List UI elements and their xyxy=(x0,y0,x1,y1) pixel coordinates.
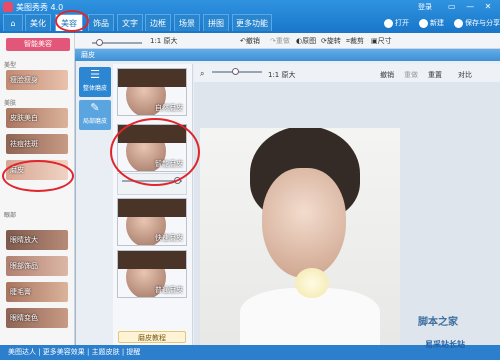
tab-more[interactable]: 更多功能 xyxy=(232,14,272,31)
open-icon xyxy=(384,18,393,28)
item-slim-face[interactable]: 瘦脸瘦身 xyxy=(6,70,68,90)
new-icon xyxy=(419,18,428,28)
redo-button[interactable]: ↷重做 xyxy=(270,36,290,46)
annotation-ring-smart-preset xyxy=(110,118,200,186)
app-logo-icon xyxy=(3,2,13,12)
category-skin: 美肤 xyxy=(4,100,17,107)
home-tab[interactable]: ⌂ xyxy=(3,14,23,31)
mode-whole-button[interactable]: ☰ 整体磨皮 xyxy=(79,67,111,97)
save-share-button[interactable]: 保存与分享 xyxy=(454,17,500,29)
undo-button[interactable]: ↶撤销 xyxy=(240,36,260,46)
canvas-undo-button[interactable]: 撤销 xyxy=(380,70,394,80)
crop-button[interactable]: ⌗裁剪 xyxy=(346,36,364,46)
preset-quick[interactable]: 快速磨皮 xyxy=(117,198,187,246)
watermark-jb51: 脚本之家 xyxy=(418,317,458,328)
item-eye-color[interactable]: 眼睛变色 xyxy=(6,308,68,328)
canvas-zoom-slider[interactable] xyxy=(212,68,262,75)
item-whiten[interactable]: 皮肤美白 xyxy=(6,108,68,128)
item-mascara[interactable]: 睫毛膏 xyxy=(6,282,68,302)
zoom-label: 1:1 原大 xyxy=(150,37,178,45)
mode-partial-button[interactable]: ✎ 局部磨皮 xyxy=(79,100,111,130)
annotation-ring-smooth-skin xyxy=(2,160,74,192)
save-icon xyxy=(454,18,463,28)
dialog-header: 磨皮 xyxy=(75,49,500,61)
smart-beauty-button[interactable]: 智能美容 xyxy=(6,38,70,51)
dialog-title: 磨皮 xyxy=(81,51,95,59)
tutorial-button[interactable]: 磨皮教程 xyxy=(118,331,186,343)
original-button[interactable]: ◐原图 xyxy=(296,36,316,46)
canvas-redo-button[interactable]: 重做 xyxy=(404,70,418,80)
search-icon: ⌕ xyxy=(200,69,205,78)
tab-beautify[interactable]: 美化 xyxy=(25,14,51,31)
tab-accessories[interactable]: 饰品 xyxy=(88,14,114,31)
tab-frame[interactable]: 边框 xyxy=(145,14,171,31)
watermark-easck: 易采站长站 xyxy=(425,340,465,349)
item-acne[interactable]: 祛痘祛斑 xyxy=(6,134,68,154)
tab-text[interactable]: 文字 xyxy=(117,14,143,31)
annotation-ring-beauty-tab xyxy=(55,10,89,32)
login-link[interactable]: 登录 xyxy=(418,2,432,12)
zoom-slider[interactable] xyxy=(92,39,142,46)
item-eye-accessory[interactable]: 眼部饰品 xyxy=(6,256,68,276)
app-title: 美图秀秀 4.0 xyxy=(16,3,64,12)
canvas-zoom-label: 1:1 原大 xyxy=(268,71,296,79)
canvas-toolbar xyxy=(194,64,500,82)
open-button[interactable]: 打开 xyxy=(384,17,409,29)
category-eyes: 眼部 xyxy=(4,212,17,219)
tab-collage[interactable]: 拼图 xyxy=(203,14,229,31)
window-controls[interactable]: ▭ — ✕ xyxy=(448,2,495,11)
canvas-reset-button[interactable]: 重置 xyxy=(428,70,442,80)
tab-scene[interactable]: 场景 xyxy=(174,14,200,31)
brush-icon: ✎ xyxy=(90,101,100,114)
new-button[interactable]: 新建 xyxy=(419,17,444,29)
preset-normal[interactable]: 普通磨皮 xyxy=(117,250,187,298)
preset-natural[interactable]: 自然磨皮 xyxy=(117,68,187,116)
category-shape: 美型 xyxy=(4,62,17,69)
canvas-compare-button[interactable]: 对比 xyxy=(458,70,472,80)
item-eye-enlarge[interactable]: 眼睛放大 xyxy=(6,230,68,250)
rotate-button[interactable]: ⟳旋转 xyxy=(321,36,341,46)
size-button[interactable]: ▣尺寸 xyxy=(371,36,392,46)
layers-icon: ☰ xyxy=(90,68,100,81)
portrait-photo xyxy=(200,128,400,345)
